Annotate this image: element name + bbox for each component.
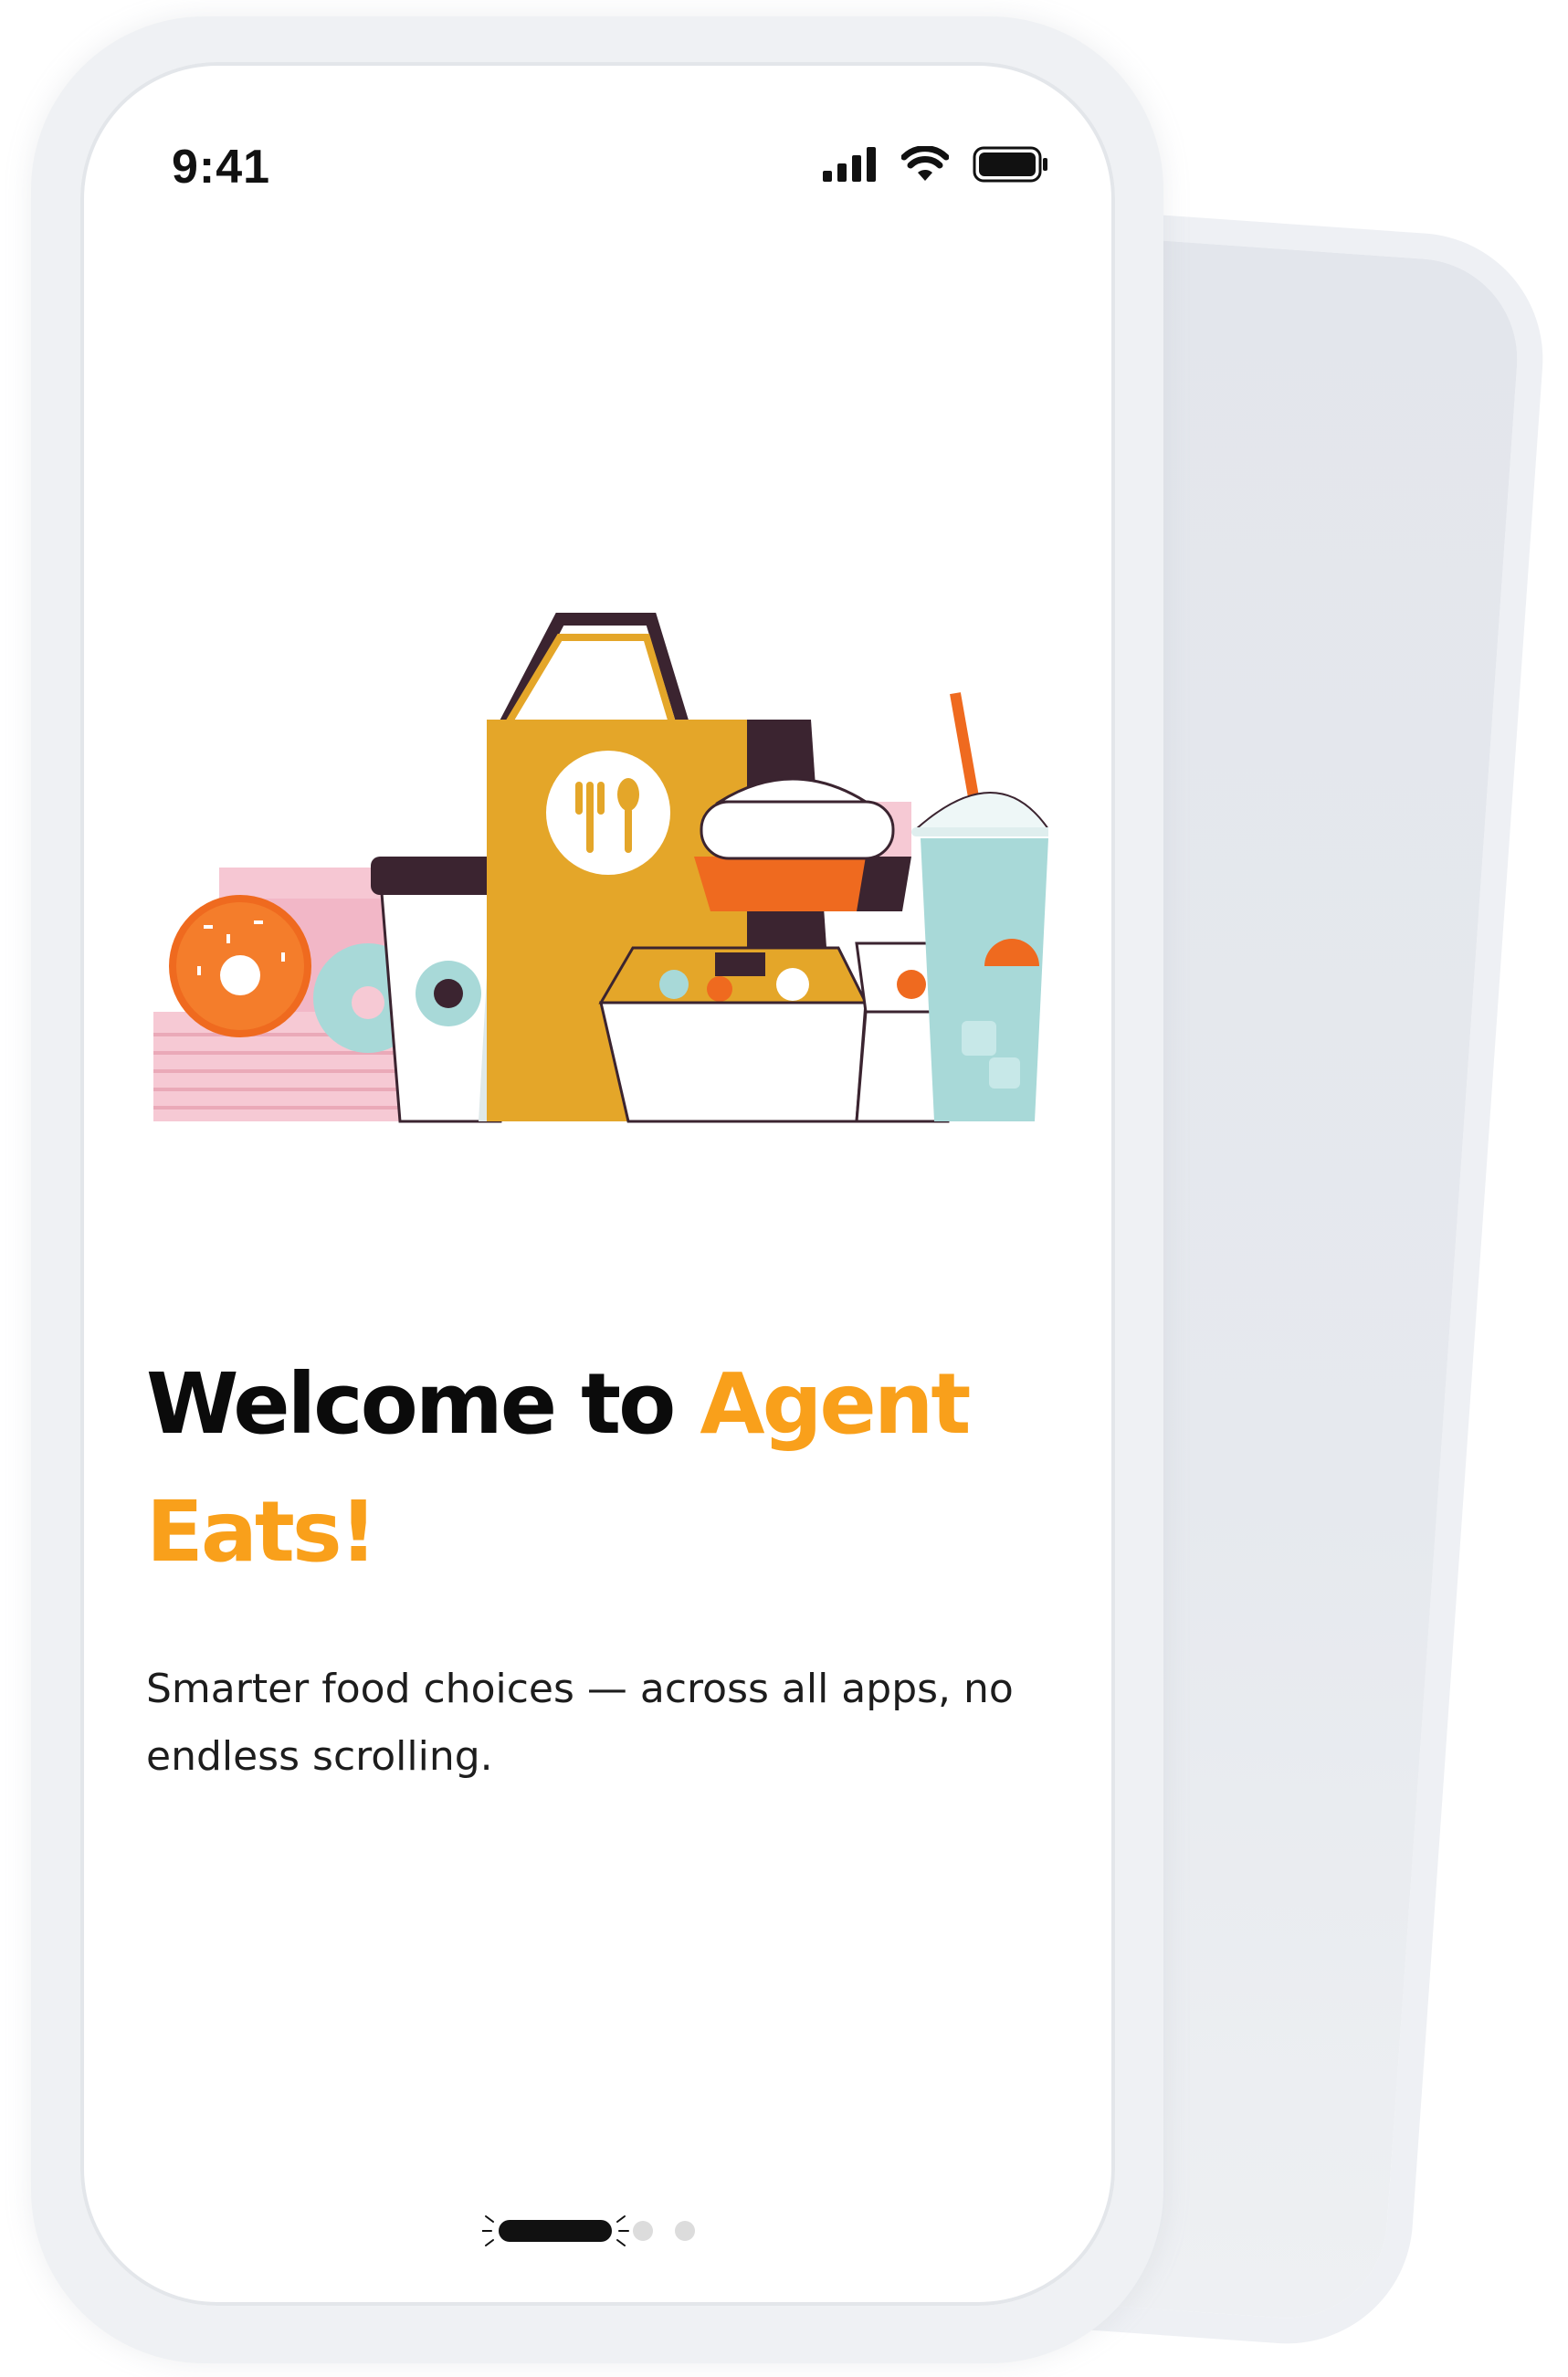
welcome-title: Welcome to Agent Eats! xyxy=(146,1341,1059,1596)
status-time: 9:41 xyxy=(172,141,271,194)
battery-icon xyxy=(973,146,1047,183)
pager-dot-1[interactable] xyxy=(499,2220,612,2242)
cellular-signal-icon xyxy=(823,147,876,182)
onboarding-pager xyxy=(482,2215,695,2246)
welcome-title-lead: Welcome to xyxy=(146,1355,700,1453)
pager-dot-2[interactable] xyxy=(633,2221,653,2241)
pager-dot-3[interactable] xyxy=(675,2221,695,2241)
status-icons xyxy=(823,146,1049,183)
welcome-subtitle: Smarter food choices — across all apps, … xyxy=(146,1666,1014,1780)
food-delivery-illustration xyxy=(153,613,1048,1123)
wifi-icon xyxy=(901,146,949,181)
onboarding-screen: 9:41 Welcome to Agent Eats! Smarter food… xyxy=(80,62,1115,2306)
app-mockup: 9:41 Welcome to Agent Eats! Smarter food… xyxy=(0,0,1568,2377)
